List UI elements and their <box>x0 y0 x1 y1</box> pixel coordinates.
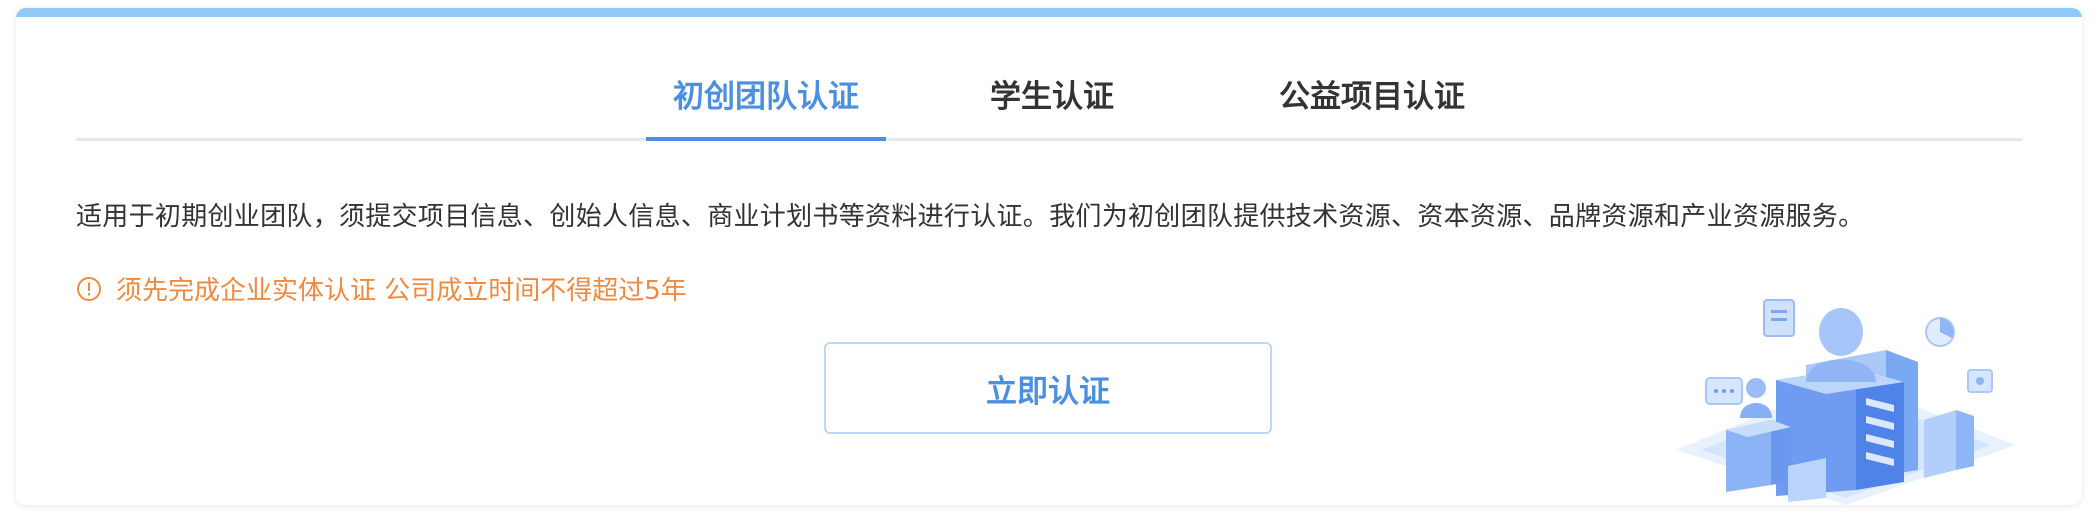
tab-public-welfare-certification[interactable]: 公益项目认证 <box>1262 48 1482 138</box>
tab-bar: 初创团队认证 学生认证 公益项目认证 <box>76 48 2022 141</box>
requirement-notice: 须先完成企业实体认证 公司成立时间不得超过5年 <box>76 270 687 307</box>
card-top-accent-bar <box>16 8 2082 17</box>
team-building-illustration <box>1656 270 2046 505</box>
certification-card: 初创团队认证 学生认证 公益项目认证 适用于初期创业团队，须提交项目信息、创始人… <box>16 8 2082 505</box>
certify-now-button[interactable]: 立即认证 <box>824 342 1272 434</box>
info-circle-icon <box>76 276 102 302</box>
tab-startup-team-certification[interactable]: 初创团队认证 <box>646 48 886 141</box>
tab-label: 学生认证 <box>990 78 1114 115</box>
tab-student-certification[interactable]: 学生认证 <box>982 48 1122 138</box>
active-tab-indicator <box>646 137 886 141</box>
tab-label: 初创团队认证 <box>673 78 859 115</box>
notice-text: 须先完成企业实体认证 公司成立时间不得超过5年 <box>116 276 687 306</box>
certification-description: 适用于初期创业团队，须提交项目信息、创始人信息、商业计划书等资料进行认证。我们为… <box>76 202 1865 232</box>
tab-label: 公益项目认证 <box>1279 78 1465 115</box>
